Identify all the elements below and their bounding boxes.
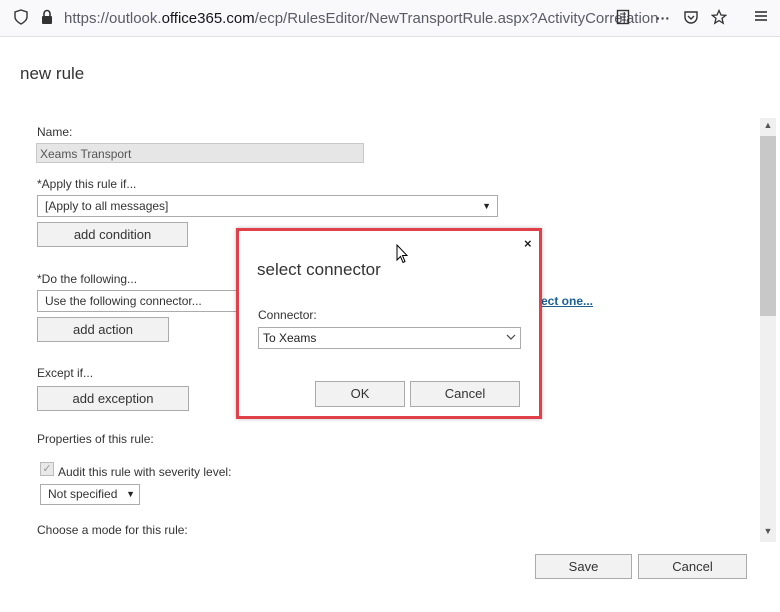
browser-toolbar: https://outlook.office365.com/ecp/RulesE… <box>0 0 780 37</box>
close-icon[interactable]: × <box>524 236 532 251</box>
ok-button[interactable]: OK <box>315 381 405 407</box>
bookmark-star-icon[interactable] <box>710 8 728 27</box>
select-connector-dialog: × select connector Connector: To Xeams O… <box>236 228 542 419</box>
cancel-button[interactable]: Cancel <box>638 554 747 579</box>
properties-label: Properties of this rule: <box>37 432 154 446</box>
audit-label: Audit this rule with severity level: <box>58 465 232 479</box>
dialog-cancel-button[interactable]: Cancel <box>410 381 520 407</box>
connector-select[interactable]: To Xeams <box>258 327 521 349</box>
menu-icon[interactable] <box>752 9 770 27</box>
action-value: Use the following connector... <box>45 294 202 308</box>
name-label: Name: <box>37 125 73 139</box>
select-one-link[interactable]: ect one... <box>541 294 593 308</box>
connector-value: To Xeams <box>263 331 317 345</box>
apply-rule-select[interactable]: [Apply to all messages] ▼ <box>37 195 498 217</box>
chevron-down-icon <box>506 328 516 348</box>
severity-select[interactable]: Not specified ▼ <box>40 484 140 505</box>
add-action-button[interactable]: add action <box>37 317 169 342</box>
dropdown-arrow-icon: ▼ <box>126 489 135 499</box>
save-button[interactable]: Save <box>535 554 632 579</box>
except-if-label: Except if... <box>37 366 94 380</box>
apply-rule-label: *Apply this rule if... <box>37 177 137 191</box>
shield-icon[interactable] <box>12 9 30 27</box>
dialog-title: select connector <box>257 260 381 279</box>
scrollbar[interactable]: ▲ ▼ <box>760 118 776 542</box>
page-title: new rule <box>20 64 85 83</box>
dropdown-arrow-icon: ▼ <box>482 201 491 211</box>
url-domain: office365.com <box>161 10 255 27</box>
address-bar[interactable]: https://outlook.office365.com/ecp/RulesE… <box>64 10 658 27</box>
url-path: /ecp/RulesEditor/NewTransportRule.aspx?A… <box>254 10 659 27</box>
do-following-label: *Do the following... <box>37 272 138 286</box>
mode-label: Choose a mode for this rule: <box>37 523 188 537</box>
lock-icon[interactable] <box>38 9 56 27</box>
name-field: Xeams Transport <box>36 143 364 163</box>
scroll-down-icon[interactable]: ▼ <box>760 526 776 540</box>
scrollbar-thumb[interactable] <box>760 136 776 316</box>
more-options-icon[interactable]: ··· <box>654 9 672 27</box>
mouse-cursor-icon <box>396 244 408 264</box>
reader-view-icon[interactable] <box>614 9 632 27</box>
pocket-icon[interactable] <box>682 9 700 27</box>
action-select[interactable]: Use the following connector... <box>37 290 237 312</box>
audit-checkbox[interactable]: ✓ <box>40 462 54 476</box>
connector-label: Connector: <box>258 308 317 322</box>
add-exception-button[interactable]: add exception <box>37 386 189 411</box>
apply-rule-value: [Apply to all messages] <box>45 199 169 213</box>
add-condition-button[interactable]: add condition <box>37 222 188 247</box>
scroll-up-icon[interactable]: ▲ <box>760 120 776 134</box>
severity-value: Not specified <box>48 487 118 501</box>
url-prefix: https://outlook. <box>64 10 162 27</box>
